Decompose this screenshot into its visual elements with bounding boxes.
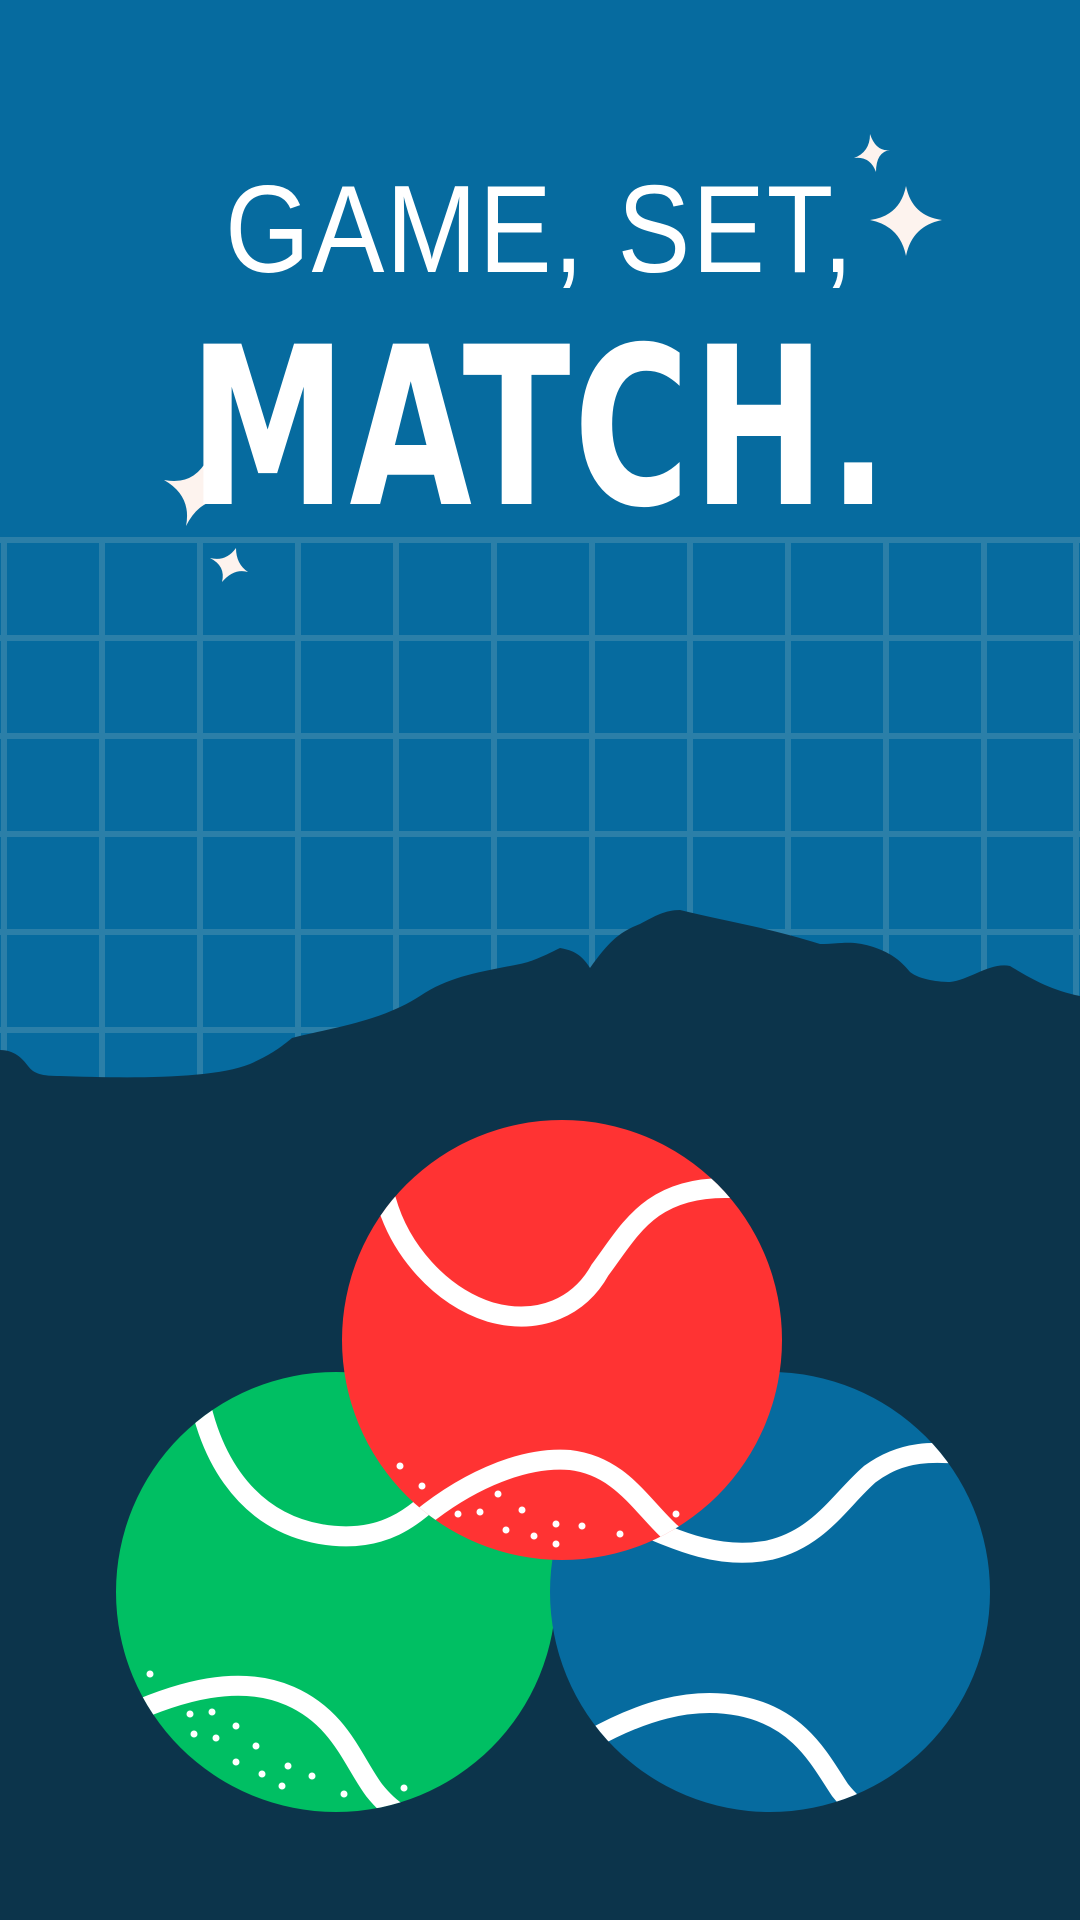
poster: GAME, SET, MATCH. <box>0 0 1080 1920</box>
tennis-ball-red <box>342 1120 782 1560</box>
headline-line-1: GAME, SET, <box>224 161 856 299</box>
headline-line-2: MATCH. <box>188 300 892 556</box>
